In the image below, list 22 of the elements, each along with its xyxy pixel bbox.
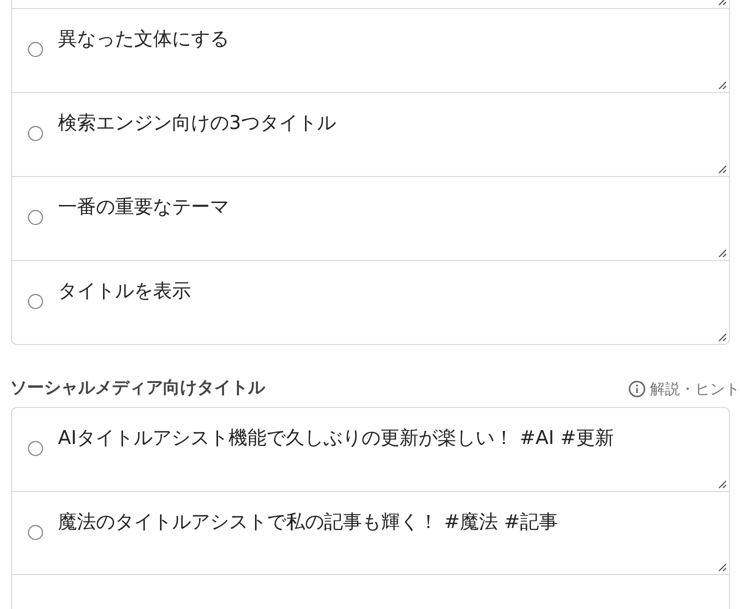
radio-button[interactable]: [28, 42, 43, 57]
radio-button[interactable]: [28, 210, 43, 225]
hint-link[interactable]: 解説・ヒント: [628, 378, 740, 400]
suggestion-text[interactable]: 検索エンジン向けの3つタイトル: [58, 110, 336, 136]
radio-button[interactable]: [28, 126, 43, 141]
suggestion-text[interactable]: 異なった文体にする: [58, 26, 229, 52]
suggestion-text[interactable]: AIタイトルアシスト機能で久しぶりの更新が楽しい！ #AI #更新: [58, 425, 614, 451]
hint-text[interactable]: 解説・ヒント: [650, 378, 740, 400]
suggestion-text[interactable]: 魔法のタイトルアシストで私の記事も輝く！ #魔法 #記事: [58, 509, 558, 535]
radio-button[interactable]: [28, 294, 43, 309]
radio-button[interactable]: [28, 441, 43, 456]
resize-handle-icon[interactable]: [718, 165, 727, 174]
suggestion-text[interactable]: 一番の重要なテーマ: [58, 194, 229, 220]
resize-handle-icon[interactable]: [718, 81, 727, 90]
resize-handle-icon[interactable]: [718, 563, 727, 572]
section-heading: ソーシャルメディア向けタイトル: [10, 377, 265, 400]
suggestion-text[interactable]: タイトルを表示: [58, 278, 191, 304]
radio-button[interactable]: [28, 525, 43, 540]
resize-handle-icon[interactable]: [718, 333, 727, 342]
info-icon: [628, 380, 646, 398]
resize-handle-icon[interactable]: [718, 480, 727, 489]
resize-handle-icon[interactable]: [718, 249, 727, 258]
